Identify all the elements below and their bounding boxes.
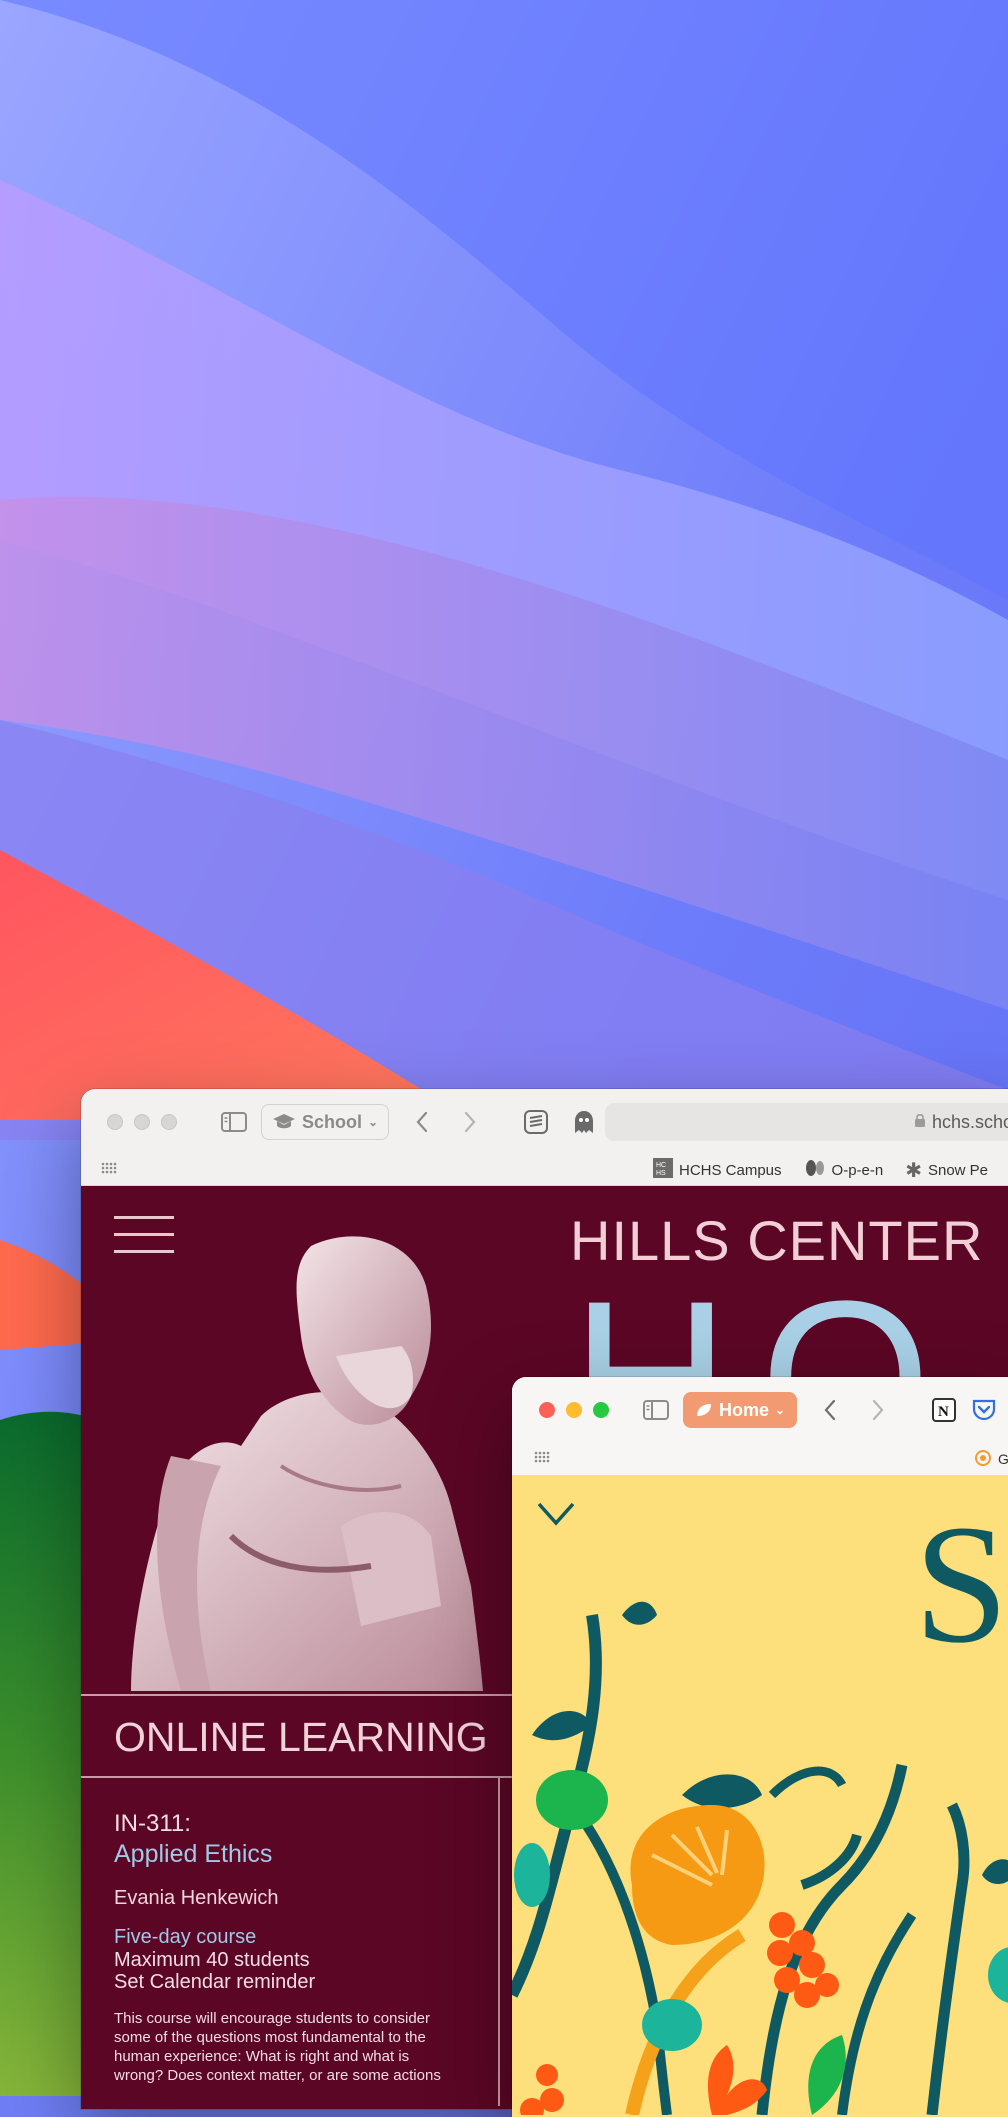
chevron-down-icon: ⌄ [368,1115,379,1129]
back-button[interactable] [415,1111,429,1133]
online-learning-banner: ONLINE LEARNING [81,1694,521,1778]
globe-icon [974,1449,992,1470]
favorite-label: Snow Pe [927,1161,989,1179]
lock-icon [914,1112,926,1133]
zoom-button[interactable] [593,1402,609,1418]
sidebar-toggle-icon[interactable] [221,1112,247,1132]
close-button[interactable] [539,1402,555,1418]
notion-extension-icon[interactable]: N [931,1397,957,1423]
favorite-globe[interactable]: Glo [974,1449,1008,1470]
favorite-label: O-p-e-n [831,1161,884,1179]
snowflake-icon: ✱ [905,1159,922,1182]
pocket-extension-icon[interactable] [971,1398,997,1422]
home-browser-window: Home ⌄ N Glo S [512,1377,1008,2117]
course-duration: Five-day course [114,1926,257,1948]
svg-text:N: N [938,1404,949,1420]
favorite-label: Glo [998,1451,1008,1467]
reader-extension-icon[interactable] [523,1109,549,1135]
close-button[interactable] [107,1114,123,1130]
chevron-down-icon[interactable] [536,1501,576,1532]
window-controls [539,1402,609,1418]
profile-selector[interactable]: School ⌄ [261,1104,390,1140]
forward-button[interactable] [463,1111,477,1133]
favorites-bar: HC HS HCHS Campus O-p-e-n ✱ Snow Pe [81,1155,1008,1186]
back-button[interactable] [823,1399,837,1421]
svg-text:HS: HS [656,1170,666,1177]
home-toolbar: Home ⌄ N [512,1377,1008,1443]
favorite-snow-peak[interactable]: ✱ Snow Pe [905,1158,988,1183]
favorites-bar: Glo [512,1443,1008,1476]
profile-selector[interactable]: Home ⌄ [683,1392,798,1428]
profile-label: Home [719,1399,770,1420]
open-logo-icon [804,1158,826,1182]
url-text: hchs.school [931,1111,1008,1132]
grid-icon[interactable] [101,1161,119,1179]
forward-button[interactable] [871,1399,885,1421]
hchs-logo-icon: HC HS [653,1158,673,1182]
ghost-extension-icon[interactable] [573,1109,595,1135]
favorite-open[interactable]: O-p-e-n [804,1158,884,1183]
zoom-button[interactable] [161,1114,177,1130]
school-toolbar: School ⌄ hchs.school [81,1089,1008,1155]
graduation-cap-icon [273,1114,295,1129]
botanical-illustration [512,1601,1008,2115]
course-capacity: Maximum 40 students [114,1949,310,1971]
profile-label: School [302,1111,363,1132]
window-controls [107,1114,177,1130]
course-card: IN-311: Applied Ethics Evania Henkewich … [114,1810,454,2085]
calendar-reminder-link[interactable]: Set Calendar reminder [114,1971,454,1993]
instructor-name: Evania Henkewich [114,1887,279,1909]
philosopher-statue-image [131,1236,483,1691]
course-code: IN-311: [114,1810,191,1837]
column-divider [498,1776,500,2106]
chevron-down-icon: ⌄ [775,1403,786,1417]
leaf-icon [697,1404,711,1416]
home-webpage: S [512,1475,1008,2117]
address-bar[interactable]: hchs.school [605,1103,1008,1141]
sidebar-toggle-icon[interactable] [643,1400,669,1420]
course-description: This course will encourage students to c… [114,2010,441,2084]
grid-icon[interactable] [534,1450,550,1468]
favorite-label: HCHS Campus [679,1161,782,1179]
svg-text:HC: HC [656,1162,666,1169]
favorite-hchs-campus[interactable]: HC HS HCHS Campus [653,1158,782,1183]
minimize-button[interactable] [566,1402,582,1418]
section-title: ONLINE LEARNING [114,1714,488,1760]
course-name[interactable]: Applied Ethics [114,1840,454,1869]
minimize-button[interactable] [134,1114,150,1130]
